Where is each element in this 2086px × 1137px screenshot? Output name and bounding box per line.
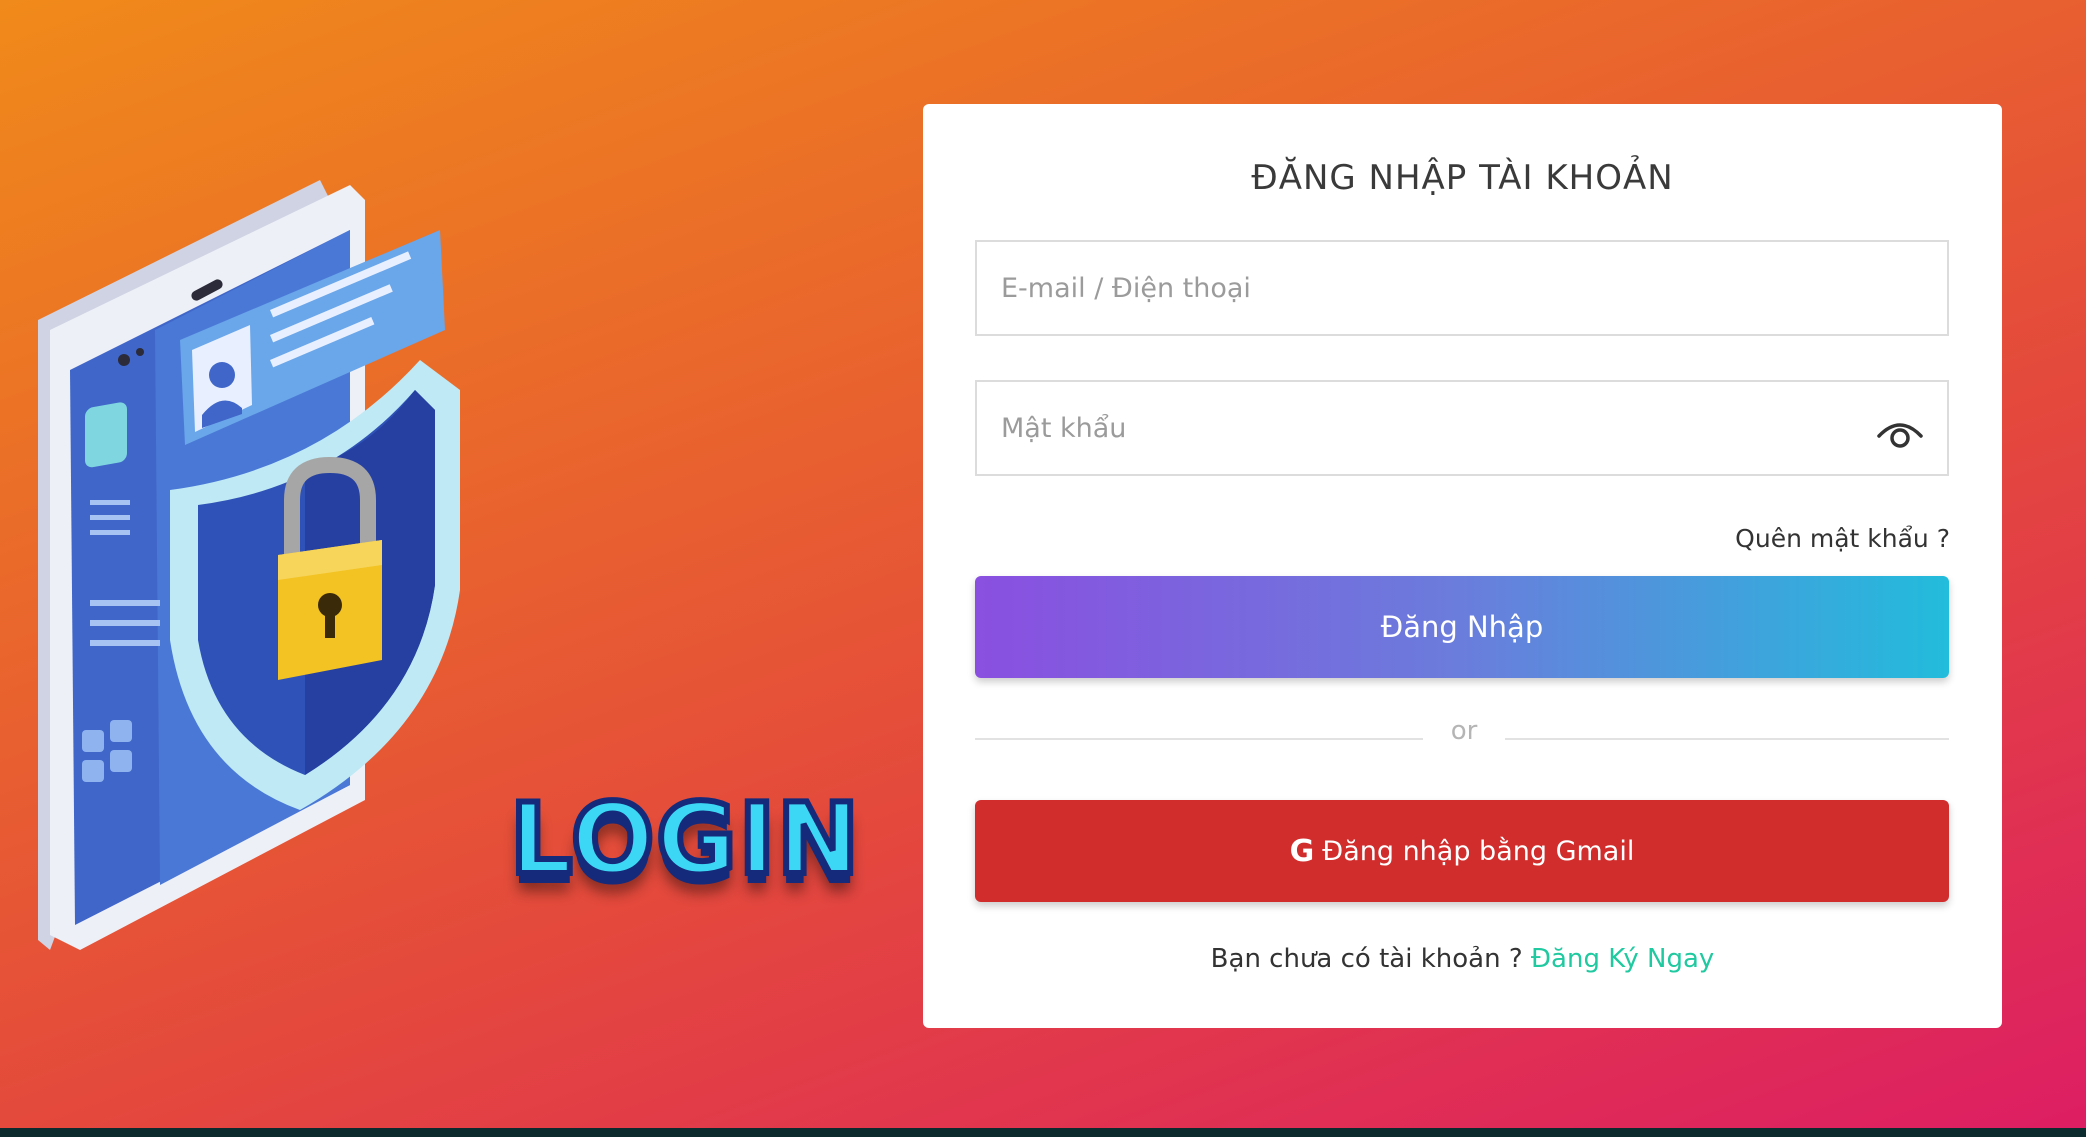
password-field[interactable] bbox=[975, 380, 1949, 476]
signup-link[interactable]: Đăng Ký Ngay bbox=[1531, 944, 1714, 974]
gmail-login-button[interactable]: G Đăng nhập bằng Gmail bbox=[975, 800, 1949, 902]
password-input[interactable] bbox=[977, 382, 1947, 474]
eye-icon[interactable] bbox=[1875, 412, 1925, 452]
signup-prompt: Bạn chưa có tài khoản ? bbox=[1210, 944, 1523, 974]
bottom-strip bbox=[0, 1128, 2086, 1137]
page-title: ĐĂNG NHẬP TÀI KHOẢN bbox=[1251, 158, 1674, 198]
google-icon: G bbox=[1289, 833, 1315, 869]
divider-line-right bbox=[1505, 738, 1949, 740]
divider-line-left bbox=[975, 738, 1423, 740]
gmail-button-label: Đăng nhập bằng Gmail bbox=[1322, 835, 1635, 867]
signup-row: Bạn chưa có tài khoản ? Đăng Ký Ngay bbox=[923, 944, 2002, 974]
email-input[interactable] bbox=[977, 242, 1947, 334]
email-field[interactable] bbox=[975, 240, 1949, 336]
forgot-password-link[interactable]: Quên mật khẩu ? bbox=[1735, 524, 1950, 553]
login-card: ĐĂNG NHẬP TÀI KHOẢN Quên mật khẩu ? Đăng… bbox=[923, 104, 2002, 1028]
login-button[interactable]: Đăng Nhập bbox=[975, 576, 1949, 678]
login-logo-text: LOGIN bbox=[507, 780, 862, 900]
divider-text: or bbox=[1450, 716, 1478, 746]
